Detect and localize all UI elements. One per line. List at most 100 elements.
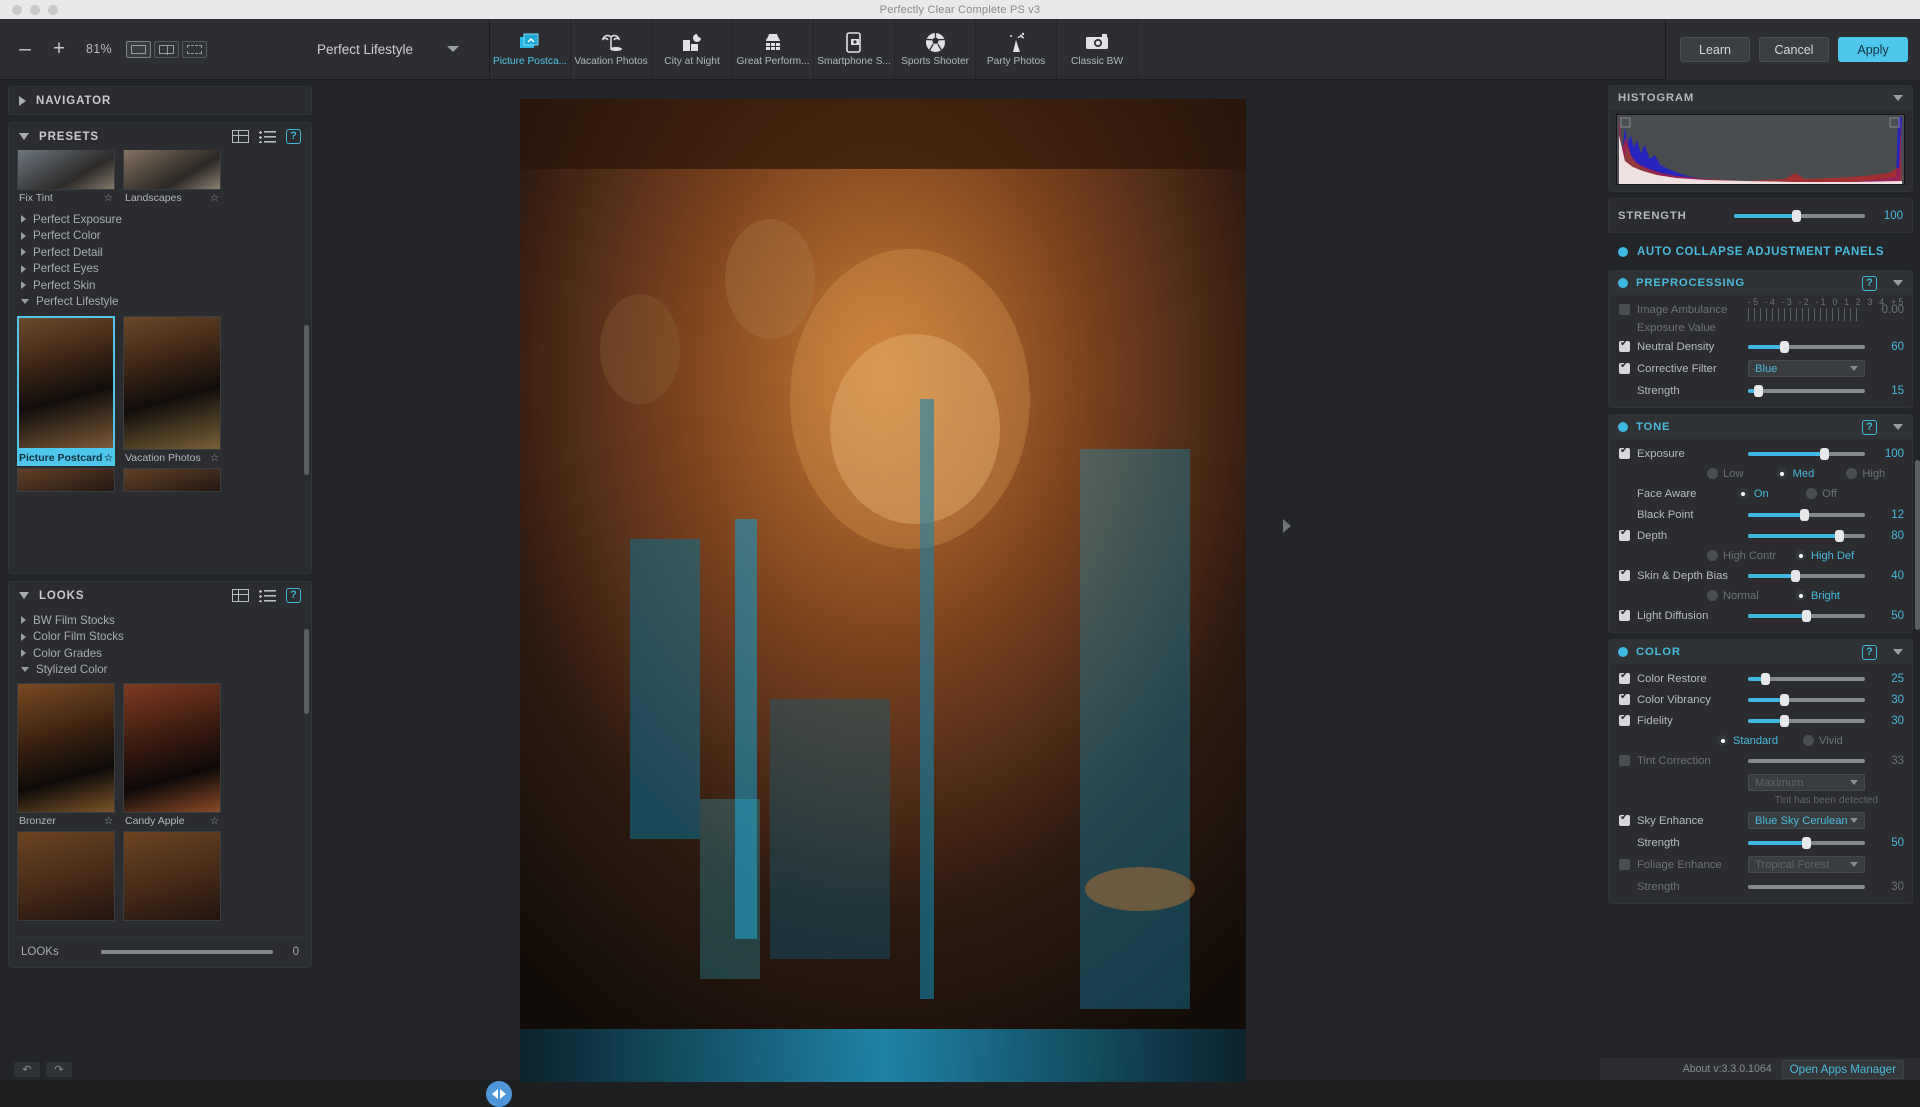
skin-depth-bias-slider[interactable]	[1748, 569, 1865, 582]
tab-vacation-photos[interactable]: Vacation Photos	[571, 18, 653, 80]
foliage-enhance-checkbox[interactable]	[1619, 859, 1630, 870]
navigator-header[interactable]: NAVIGATOR	[9, 87, 311, 114]
tint-correction-checkbox[interactable]	[1619, 755, 1630, 766]
corrective-filter-dropdown[interactable]: Blue	[1748, 360, 1865, 377]
favorite-star-icon[interactable]: ☆	[104, 453, 113, 464]
undo-icon[interactable]: ↶	[14, 1061, 40, 1077]
help-icon[interactable]: ?	[1862, 644, 1877, 660]
panel-resize-handle[interactable]	[1283, 519, 1291, 533]
tint-correction-slider[interactable]	[1748, 758, 1865, 763]
skin-bias-bright-radio[interactable]: Bright	[1795, 590, 1863, 602]
apply-button[interactable]: Apply	[1838, 37, 1908, 62]
look-thumbnail[interactable]	[123, 831, 221, 921]
tab-sports-shooter[interactable]: Sports Shooter	[895, 18, 977, 80]
cancel-button[interactable]: Cancel	[1759, 37, 1829, 62]
tab-picture-postcard[interactable]: Picture Postca...	[490, 18, 572, 80]
looks-header[interactable]: LOOKS ?	[9, 582, 311, 609]
exposure-high-radio[interactable]: High	[1846, 468, 1912, 480]
list-view-icon[interactable]	[259, 589, 276, 602]
preset-thumbnail[interactable]: Landscapes ☆	[123, 150, 221, 206]
fidelity-slider[interactable]	[1748, 714, 1865, 727]
preset-group-perfect-eyes[interactable]: Perfect Eyes	[9, 261, 311, 278]
zoom-out-button[interactable]: –	[8, 29, 42, 69]
look-thumbnail[interactable]	[17, 831, 115, 921]
looks-scrollbar[interactable]	[304, 629, 309, 714]
depth-slider[interactable]	[1748, 529, 1865, 542]
preset-thumbnail[interactable]	[17, 468, 115, 492]
toggle-dot-icon[interactable]	[1618, 278, 1628, 288]
tint-mode-dropdown[interactable]: Maximum	[1748, 774, 1865, 791]
preset-group-perfect-detail[interactable]: Perfect Detail	[9, 244, 311, 261]
favorite-star-icon[interactable]: ☆	[104, 193, 113, 204]
looks-group-stylized-color[interactable]: Stylized Color	[9, 662, 311, 679]
grid-view-icon[interactable]	[232, 589, 249, 602]
preset-group-perfect-lifestyle[interactable]: Perfect Lifestyle	[9, 294, 311, 311]
sky-enhance-checkbox[interactable]	[1619, 812, 1630, 826]
single-view-button[interactable]	[126, 40, 151, 58]
skin-bias-normal-radio[interactable]: Normal	[1707, 590, 1791, 602]
side-by-side-view-button[interactable]	[182, 40, 207, 58]
color-vibrancy-slider[interactable]	[1748, 693, 1865, 706]
help-icon[interactable]: ?	[1862, 275, 1877, 291]
list-view-icon[interactable]	[259, 130, 276, 143]
exposure-med-radio[interactable]: Med	[1776, 468, 1843, 480]
tab-classic-bw[interactable]: Classic BW	[1057, 18, 1139, 80]
looks-strength-slider[interactable]	[101, 949, 273, 954]
tab-city-at-night[interactable]: City at Night	[652, 18, 734, 80]
tab-party-photos[interactable]: Party Photos	[976, 18, 1058, 80]
neutral-density-slider[interactable]	[1748, 340, 1865, 353]
depth-high-contrast-radio[interactable]: High Contr	[1707, 550, 1791, 562]
foliage-enhance-dropdown[interactable]: Tropical Forest	[1748, 856, 1865, 873]
right-panel-scrollbar[interactable]	[1915, 460, 1920, 630]
favorite-star-icon[interactable]: ☆	[104, 816, 113, 827]
favorite-star-icon[interactable]: ☆	[210, 816, 219, 827]
preset-thumbnail[interactable]: Vacation Photos ☆	[123, 316, 221, 466]
help-icon[interactable]: ?	[286, 588, 301, 603]
zoom-in-button[interactable]: +	[42, 29, 76, 69]
looks-group-color-film-stocks[interactable]: Color Film Stocks	[9, 629, 311, 646]
depth-checkbox[interactable]	[1619, 527, 1630, 541]
redo-icon[interactable]: ↷	[46, 1061, 72, 1077]
preset-group-perfect-exposure[interactable]: Perfect Exposure	[9, 211, 311, 228]
light-diffusion-slider[interactable]	[1748, 609, 1865, 622]
toggle-dot-icon[interactable]	[1618, 422, 1628, 432]
looks-group-bw-film-stocks[interactable]: BW Film Stocks	[9, 612, 311, 629]
help-icon[interactable]: ?	[286, 129, 301, 144]
sky-enhance-dropdown[interactable]: Blue Sky Cerulean	[1748, 812, 1865, 829]
skin-depth-bias-checkbox[interactable]	[1619, 567, 1630, 581]
black-point-slider[interactable]	[1748, 508, 1865, 521]
look-thumbnail[interactable]: Candy Apple ☆	[123, 683, 221, 829]
tone-header[interactable]: TONE ?	[1609, 415, 1912, 439]
exposure-low-radio[interactable]: Low	[1707, 468, 1773, 480]
face-aware-on-radio[interactable]: On	[1737, 488, 1799, 500]
fidelity-vivid-radio[interactable]: Vivid	[1803, 735, 1871, 747]
depth-high-def-radio[interactable]: High Def	[1795, 550, 1863, 562]
grid-view-icon[interactable]	[232, 130, 249, 143]
favorite-star-icon[interactable]: ☆	[210, 453, 219, 464]
preset-group-perfect-color[interactable]: Perfect Color	[9, 228, 311, 245]
light-diffusion-checkbox[interactable]	[1619, 607, 1630, 621]
sky-strength-slider[interactable]	[1748, 836, 1865, 849]
foliage-strength-slider[interactable]	[1748, 884, 1865, 889]
preprocessing-header[interactable]: PREPROCESSING ?	[1609, 271, 1912, 295]
open-apps-manager-button[interactable]: Open Apps Manager	[1781, 1059, 1904, 1079]
toggle-dot-icon[interactable]	[1618, 647, 1628, 657]
color-restore-slider[interactable]	[1748, 672, 1865, 685]
looks-group-color-grades[interactable]: Color Grades	[9, 645, 311, 662]
before-after-compare-button[interactable]	[486, 1081, 512, 1107]
fidelity-checkbox[interactable]	[1619, 712, 1630, 726]
exposure-slider[interactable]	[1748, 447, 1865, 460]
color-vibrancy-checkbox[interactable]	[1619, 691, 1630, 705]
preset-group-perfect-skin[interactable]: Perfect Skin	[9, 277, 311, 294]
learn-button[interactable]: Learn	[1680, 37, 1750, 62]
histogram-header[interactable]: HISTOGRAM	[1609, 86, 1912, 110]
corrective-strength-slider[interactable]	[1748, 384, 1865, 397]
preset-thumbnail[interactable]	[123, 468, 221, 492]
exposure-value-ruler[interactable]: -5 -4 -3 -2 -1 0 1 2 3 4 +5	[1748, 297, 1903, 321]
presets-scrollbar[interactable]	[304, 325, 309, 475]
exposure-checkbox[interactable]	[1619, 445, 1630, 459]
color-header[interactable]: COLOR ?	[1609, 640, 1912, 664]
image-ambulance-checkbox[interactable]	[1619, 304, 1630, 315]
fidelity-standard-radio[interactable]: Standard	[1717, 735, 1799, 747]
corrective-filter-checkbox[interactable]	[1619, 360, 1630, 374]
